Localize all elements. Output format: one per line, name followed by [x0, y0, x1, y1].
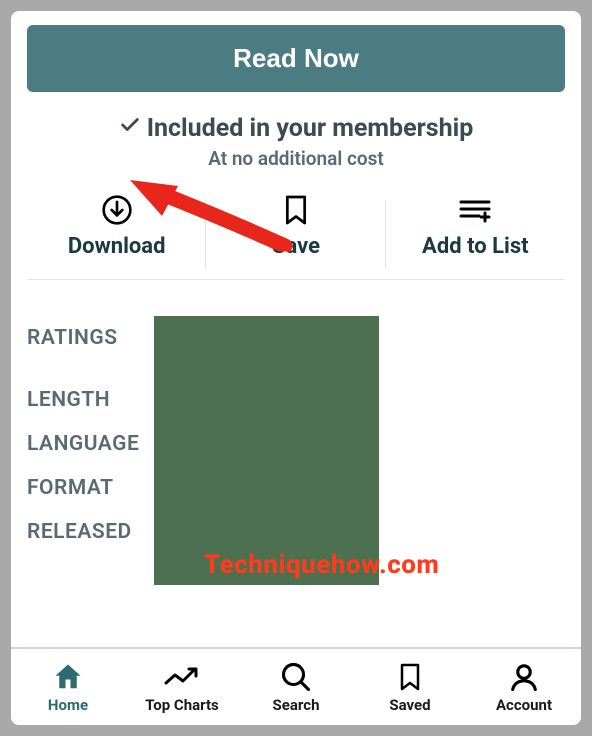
save-action[interactable]: Save: [206, 194, 385, 259]
home-icon: [52, 661, 84, 693]
account-icon: [509, 661, 539, 693]
list-add-icon: [457, 194, 493, 226]
membership-line: Included in your membership: [119, 114, 474, 143]
search-icon: [281, 661, 311, 693]
download-icon: [101, 194, 133, 226]
nav-search[interactable]: Search: [239, 649, 353, 725]
actions-row: Download Save Add to List: [27, 194, 565, 280]
nav-home-label: Home: [48, 696, 88, 714]
bottom-nav: Home Top Charts Search Saved Account: [11, 647, 581, 725]
membership-subtitle: At no additional cost: [27, 147, 565, 170]
download-label: Download: [68, 234, 166, 259]
watermark-text: Techniquehow.com: [204, 550, 439, 580]
chart-icon: [163, 661, 201, 693]
nav-account[interactable]: Account: [467, 649, 581, 725]
redaction-overlay: [154, 316, 379, 585]
nav-saved-label: Saved: [389, 696, 430, 714]
add-to-list-action[interactable]: Add to List: [386, 194, 565, 259]
add-to-list-label: Add to List: [422, 234, 529, 259]
nav-search-label: Search: [273, 696, 320, 714]
read-now-button[interactable]: Read Now: [27, 25, 565, 92]
nav-home[interactable]: Home: [11, 649, 125, 725]
nav-saved[interactable]: Saved: [353, 649, 467, 725]
membership-block: Included in your membership At no additi…: [27, 114, 565, 170]
membership-title: Included in your membership: [147, 114, 474, 143]
download-action[interactable]: Download: [27, 194, 206, 259]
content-area: Read Now Included in your membership At …: [11, 11, 581, 647]
save-label: Save: [272, 234, 320, 259]
nav-top-charts[interactable]: Top Charts: [125, 649, 239, 725]
check-icon: [119, 114, 141, 143]
app-frame: Read Now Included in your membership At …: [11, 11, 581, 725]
saved-icon: [398, 661, 422, 693]
details-section: RATINGS LENGTH LANGUAGE FORMAT RELEASED …: [27, 316, 565, 554]
nav-top-charts-label: Top Charts: [145, 696, 219, 714]
bookmark-icon: [283, 194, 309, 226]
nav-account-label: Account: [496, 696, 552, 714]
